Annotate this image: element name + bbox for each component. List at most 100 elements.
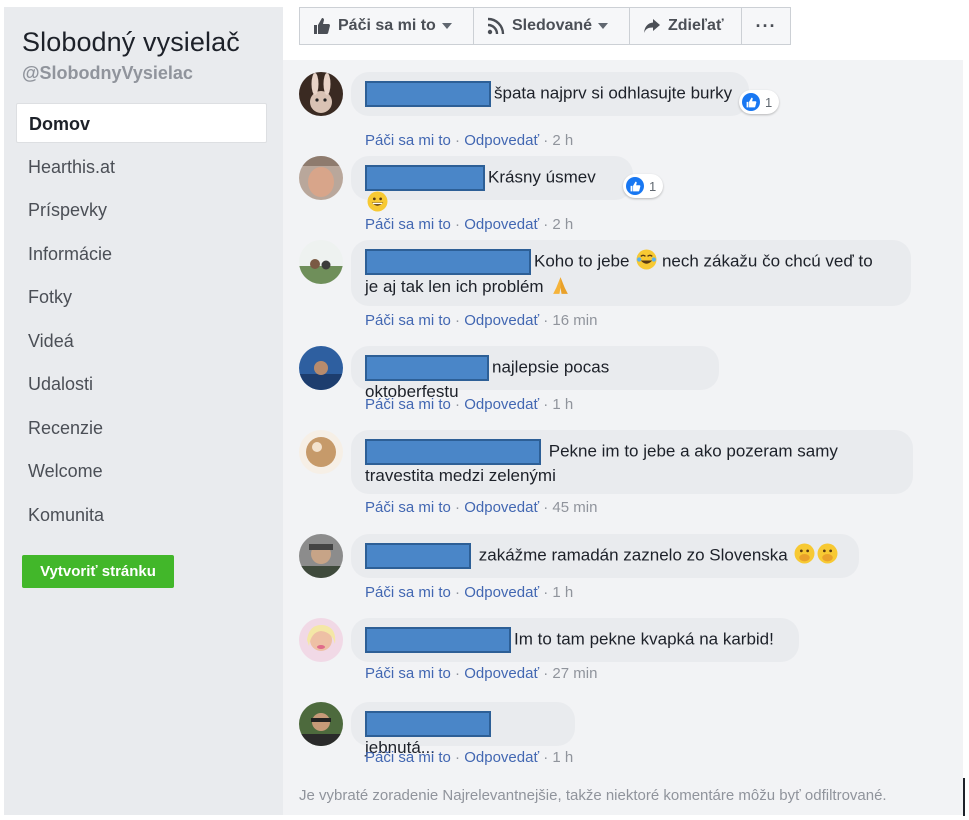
comments-panel: špata najprv si odhlasujte burky 1 Páči … xyxy=(283,60,963,815)
comment-text: zakážme ramadán zaznelo zo Slovenska xyxy=(478,545,788,565)
comment-reply-link[interactable]: Odpovedať xyxy=(464,584,539,601)
share-button[interactable]: Zdieľať xyxy=(629,7,742,45)
meta-separator: · xyxy=(450,584,465,601)
comment-time[interactable]: 27 min xyxy=(552,665,597,682)
tears-of-joy-emoji-icon xyxy=(636,250,657,270)
page-action-bar: Páči sa mi to Sledované Zdieľať ··· xyxy=(299,7,791,45)
create-page-button[interactable]: Vytvoriť stránku xyxy=(22,555,174,588)
comment-like-link[interactable]: Páči sa mi to xyxy=(365,749,451,766)
redacted-name xyxy=(365,249,531,275)
comment-text: špata najprv si odhlasujte burky xyxy=(494,83,733,103)
reaction-count[interactable]: 1 xyxy=(623,174,664,198)
sidebar-item-recenzie[interactable]: Recenzie xyxy=(16,408,267,448)
chevron-down-icon xyxy=(441,23,452,29)
redacted-name xyxy=(365,81,491,107)
sidebar-item-prispevky[interactable]: Príspevky xyxy=(16,190,267,230)
comment-meta: Páči sa mi to · Odpovedať · 1 h xyxy=(365,584,573,601)
meta-separator: · xyxy=(450,499,465,516)
avatar[interactable] xyxy=(299,702,343,746)
meta-separator: · xyxy=(539,749,553,766)
hand-over-mouth-emoji-icon xyxy=(794,544,815,564)
rss-icon xyxy=(486,16,506,36)
redacted-name xyxy=(365,711,491,737)
comment-reply-link[interactable]: Odpovedať xyxy=(464,132,539,149)
hand-over-mouth-emoji-icon xyxy=(817,544,838,564)
comment-text-line2: travestita medzi zelenými xyxy=(365,466,556,485)
sidebar-nav: Domov Hearthis.at Príspevky Informácie F… xyxy=(16,103,267,538)
reaction-number: 1 xyxy=(765,94,773,110)
more-options-button[interactable]: ··· xyxy=(741,7,791,45)
share-label: Zdieľať xyxy=(668,17,724,34)
reaction-number: 1 xyxy=(649,178,657,194)
avatar[interactable] xyxy=(299,618,343,662)
comment-bubble: Koho to jebe nech zákažu čo chcú veď to … xyxy=(351,240,911,306)
avatar[interactable] xyxy=(299,240,343,284)
sidebar-item-komunita[interactable]: Komunita xyxy=(16,495,267,535)
reaction-count[interactable]: 1 xyxy=(739,90,780,114)
redacted-name xyxy=(365,439,541,465)
comment-like-link[interactable]: Páči sa mi to xyxy=(365,216,451,233)
comment-reply-link[interactable]: Odpovedať xyxy=(464,216,539,233)
like-page-button[interactable]: Páči sa mi to xyxy=(299,7,474,45)
meta-separator: · xyxy=(450,665,465,682)
comment-bubble: Krásny úsmev xyxy=(351,156,633,212)
meta-separator: · xyxy=(450,132,465,149)
comment-meta: Páči sa mi to · Odpovedať · 1 h xyxy=(365,396,573,413)
meta-separator: · xyxy=(450,396,465,413)
sidebar-item-videa[interactable]: Videá xyxy=(16,321,267,361)
meta-separator: · xyxy=(450,216,465,233)
avatar[interactable] xyxy=(299,346,343,390)
comment-reply-link[interactable]: Odpovedať xyxy=(464,312,539,329)
grinning-emoji-icon xyxy=(367,191,388,212)
page-sidebar: Slobodný vysielač @SlobodnyVysielac Domo… xyxy=(4,7,283,815)
comment-meta: Páči sa mi to · Odpovedať · 27 min xyxy=(365,665,597,682)
comment-text: Krásny úsmev xyxy=(488,167,596,187)
comment-reply-link[interactable]: Odpovedať xyxy=(464,499,539,516)
divider xyxy=(963,778,965,816)
page-handle[interactable]: @SlobodnyVysielac xyxy=(22,63,193,84)
sidebar-item-fotky[interactable]: Fotky xyxy=(16,277,267,317)
sidebar-item-domov[interactable]: Domov xyxy=(16,103,267,143)
comment-like-link[interactable]: Páči sa mi to xyxy=(365,312,451,329)
comment-like-link[interactable]: Páči sa mi to xyxy=(365,132,451,149)
comment-time[interactable]: 2 h xyxy=(552,132,573,149)
share-arrow-icon xyxy=(642,16,662,36)
sidebar-item-hearthis[interactable]: Hearthis.at xyxy=(16,147,267,187)
comment-reply-link[interactable]: Odpovedať xyxy=(464,665,539,682)
avatar[interactable] xyxy=(299,72,343,116)
comment-text: Im to tam pekne kvapká na karbid! xyxy=(514,629,774,649)
comment-text-line2: je aj tak len ich problém xyxy=(365,277,544,296)
sidebar-item-welcome[interactable]: Welcome xyxy=(16,451,267,491)
comment-bubble: Im to tam pekne kvapká na karbid! xyxy=(351,618,799,662)
comment-like-link[interactable]: Páči sa mi to xyxy=(365,584,451,601)
comment-text-continued: nech zákažu čo chcú veď to xyxy=(661,251,873,271)
comment-bubble: špata najprv si odhlasujte burky xyxy=(351,72,749,116)
avatar[interactable] xyxy=(299,156,343,200)
comment-time[interactable]: 16 min xyxy=(552,312,597,329)
thumbs-up-icon xyxy=(312,16,332,36)
comment-time[interactable]: 1 h xyxy=(552,396,573,413)
comment-reply-link[interactable]: Odpovedať xyxy=(464,749,539,766)
avatar[interactable] xyxy=(299,430,343,474)
comment-time[interactable]: 2 h xyxy=(552,216,573,233)
avatar[interactable] xyxy=(299,534,343,578)
like-page-label: Páči sa mi to xyxy=(338,17,436,34)
sidebar-item-informacie[interactable]: Informácie xyxy=(16,234,267,274)
comment-time[interactable]: 1 h xyxy=(552,749,573,766)
sidebar-item-udalosti[interactable]: Udalosti xyxy=(16,364,267,404)
comment-like-link[interactable]: Páči sa mi to xyxy=(365,396,451,413)
comment-meta: Páči sa mi to · Odpovedať · 45 min xyxy=(365,499,597,516)
comment-time[interactable]: 1 h xyxy=(552,584,573,601)
meta-separator: · xyxy=(450,749,465,766)
comment-time[interactable]: 45 min xyxy=(552,499,597,516)
like-reaction-icon xyxy=(742,93,760,111)
page-title[interactable]: Slobodný vysielač xyxy=(22,27,240,58)
follow-button[interactable]: Sledované xyxy=(473,7,630,45)
redacted-name xyxy=(365,627,511,653)
comment-like-link[interactable]: Páči sa mi to xyxy=(365,665,451,682)
sorting-notice: Je vybraté zoradenie Najrelevantnejšie, … xyxy=(299,787,887,804)
comment-reply-link[interactable]: Odpovedať xyxy=(464,396,539,413)
redacted-name xyxy=(365,165,485,191)
comment-like-link[interactable]: Páči sa mi to xyxy=(365,499,451,516)
follow-label: Sledované xyxy=(512,17,593,34)
